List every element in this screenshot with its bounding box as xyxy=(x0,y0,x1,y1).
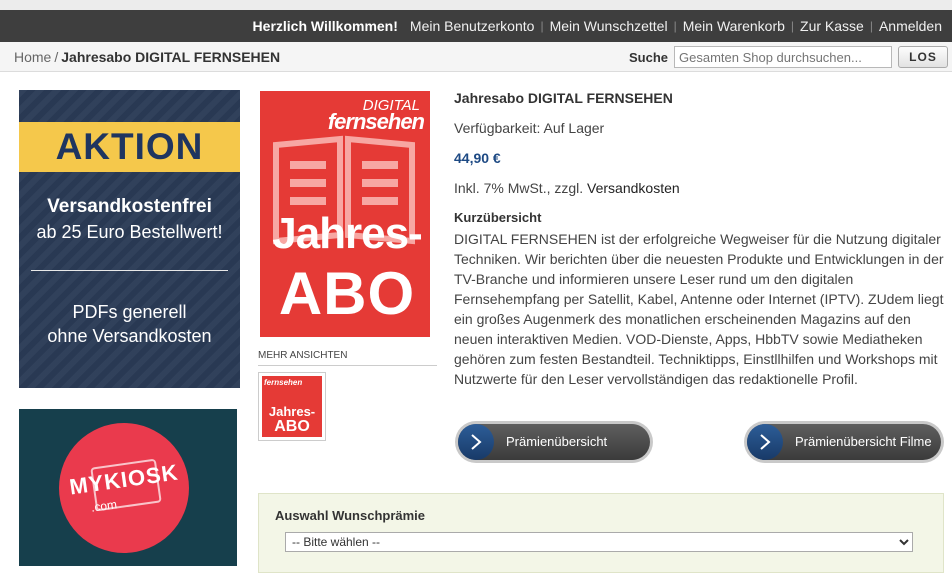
wunschpraemie-panel: Auswahl Wunschprämie -- Bitte wählen -- xyxy=(258,493,944,573)
summary-heading: Kurzübersicht xyxy=(454,210,542,225)
praemien-button-label: Prämienübersicht xyxy=(506,434,608,449)
product-description: DIGITAL FERNSEHEN ist der erfolgreiche W… xyxy=(454,231,944,387)
thumbnail-line2: ABO xyxy=(274,418,310,435)
breadcrumb-current: Jahresabo DIGITAL FERNSEHEN xyxy=(61,48,281,65)
nav-checkout-link[interactable]: Zur Kasse xyxy=(794,18,870,34)
breadcrumb-separator: / xyxy=(54,48,59,65)
top-navigation: Herzlich Willkommen! Mein Benutzerkonto … xyxy=(0,10,952,42)
tax-text: Inkl. 7% MwSt., zzgl. xyxy=(454,180,584,196)
nav-cart-link[interactable]: Mein Warenkorb xyxy=(677,18,791,34)
wunschpraemie-heading: Auswahl Wunschprämie xyxy=(275,508,426,523)
praemien-filme-button-label: Prämienübersicht Filme xyxy=(795,434,932,449)
nav-account-link[interactable]: Mein Benutzerkonto xyxy=(404,18,541,34)
product-cover-image[interactable]: DIGITAL fernsehen Jahres- ABO xyxy=(260,91,430,337)
nav-login-link[interactable]: Anmelden xyxy=(873,18,948,34)
product-title: Jahresabo DIGITAL FERNSEHEN xyxy=(454,90,673,106)
aktion-banner[interactable]: AKTION Versandkostenfrei ab 25 Euro Best… xyxy=(19,90,240,388)
welcome-text: Herzlich Willkommen! xyxy=(252,18,398,34)
nav-wishlist-link[interactable]: Mein Wunschzettel xyxy=(544,18,674,34)
gallery-thumbnail[interactable]: fernsehen Jahres- ABO xyxy=(258,372,326,441)
product-price: 44,90 € xyxy=(454,150,501,166)
mykiosk-logo-sub: .com xyxy=(90,497,118,515)
search-label: Suche xyxy=(628,49,668,65)
chevron-right-icon xyxy=(747,424,783,460)
aktion-line-free-shipping: Versandkostenfrei xyxy=(47,196,212,217)
thumbnail-brand: fernsehen xyxy=(264,378,303,387)
top-strip xyxy=(0,0,952,10)
breadcrumb-home-link[interactable]: Home xyxy=(14,49,51,65)
aktion-headline: AKTION xyxy=(19,122,240,172)
aktion-line-pdfs: PDFs generell xyxy=(72,302,187,322)
search-button[interactable]: LOS xyxy=(898,46,948,68)
tax-info: Inkl. 7% MwSt., zzgl. Versandkosten xyxy=(454,180,946,196)
more-views-label: MEHR ANSICHTEN xyxy=(258,350,437,366)
thumbnail-line1: Jahres- xyxy=(268,404,316,419)
thumbnail-image: fernsehen Jahres- ABO xyxy=(262,376,322,437)
cover-title-line1: Jahres- xyxy=(272,209,423,258)
wunschpraemie-select[interactable]: -- Bitte wählen -- xyxy=(285,532,913,552)
aktion-divider xyxy=(31,270,228,271)
cover-title-line2: ABO xyxy=(278,260,416,327)
chevron-right-icon xyxy=(458,424,494,460)
search-form: Suche LOS xyxy=(629,46,948,68)
product-info: Jahresabo DIGITAL FERNSEHEN Verfügbarkei… xyxy=(454,90,946,389)
praemien-filme-button-body: Prämienübersicht Filme xyxy=(747,424,941,460)
praemien-button-body: Prämienübersicht xyxy=(458,424,650,460)
cover-brand-main: fernsehen xyxy=(327,109,425,134)
praemien-button[interactable]: Prämienübersicht xyxy=(455,421,653,463)
aktion-line-threshold: ab 25 Euro Bestellwert! xyxy=(36,222,223,242)
breadcrumb-bar: Home / Jahresabo DIGITAL FERNSEHEN Suche… xyxy=(0,42,952,72)
aktion-line-no-shipping: ohne Versandkosten xyxy=(47,326,212,346)
mykiosk-logo: MYKIOSK .com xyxy=(59,423,189,553)
mykiosk-banner[interactable]: MYKIOSK .com xyxy=(19,409,237,566)
product-availability: Verfügbarkeit: Auf Lager xyxy=(454,120,605,136)
praemien-filme-button[interactable]: Prämienübersicht Filme xyxy=(744,421,944,463)
search-input[interactable] xyxy=(674,46,892,68)
shipping-costs-link[interactable]: Versandkosten xyxy=(587,180,680,196)
